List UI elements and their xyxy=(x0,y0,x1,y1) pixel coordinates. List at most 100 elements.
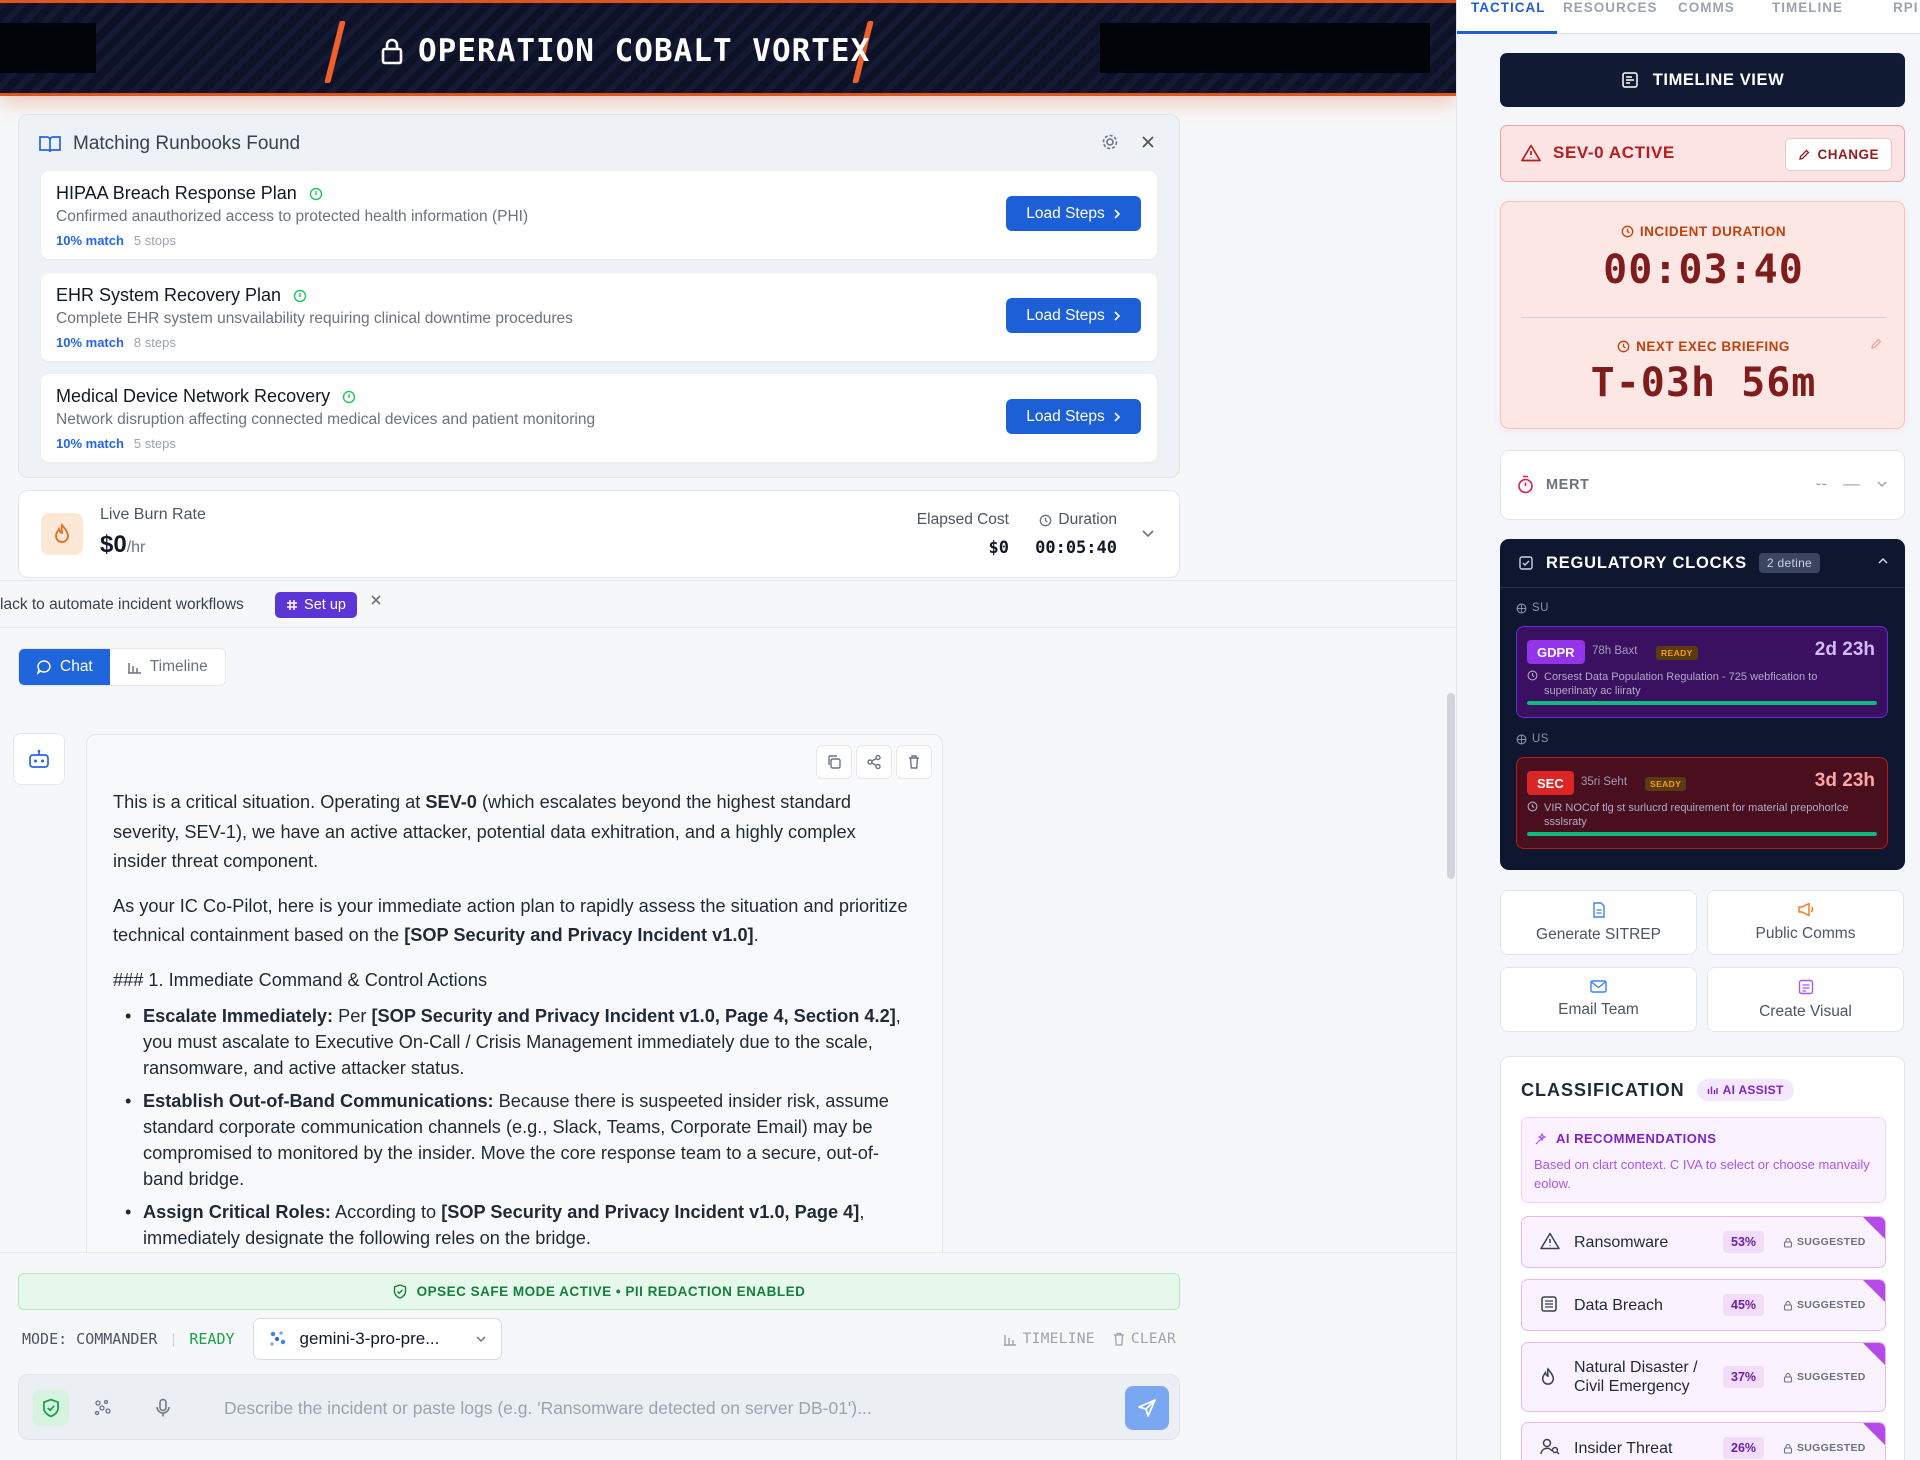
text-run-bold: [SOP Security and Privacy Incident v1.0] xyxy=(404,925,754,945)
chevron-down-icon xyxy=(475,1335,487,1343)
gear-icon[interactable] xyxy=(1101,133,1119,151)
suggestion-ransomware[interactable]: Ransomware 53% SUGGESTED xyxy=(1521,1216,1886,1268)
delete-button[interactable] xyxy=(896,745,932,779)
clock-description: VIR NOCof tlg st surlucrd requirement fo… xyxy=(1544,802,1849,828)
deadline-count-badge: 2 detine xyxy=(1758,553,1821,573)
elapsed-cost-value: $0 xyxy=(988,538,1009,558)
prompt-input[interactable] xyxy=(224,1393,1104,1423)
prompt-input-wrap xyxy=(18,1374,1180,1440)
tab-timeline[interactable]: Timeline xyxy=(110,649,225,685)
sec-clock[interactable]: SEC 35ri Seht SEADY 3d 23h VIR NOCof tlg… xyxy=(1516,757,1888,849)
lock-icon xyxy=(1783,1300,1793,1311)
model-select[interactable]: gemini-3-pro-pre... xyxy=(252,1318,502,1360)
suggestion-natural-disaster[interactable]: Natural Disaster / Civil Emergency 37% S… xyxy=(1521,1342,1886,1412)
text-run: According to xyxy=(331,1202,442,1222)
classification-card: CLASSIFICATION AI ASSIST AI RECOMMENDATI… xyxy=(1500,1056,1905,1460)
microphone-icon xyxy=(155,1398,171,1418)
duration-card: INCIDENT DURATION 00:03:40 NEXT EXEC BRI… xyxy=(1500,201,1905,429)
copy-button[interactable] xyxy=(816,745,852,779)
regulatory-icon xyxy=(1518,555,1534,571)
tab-chat[interactable]: Chat xyxy=(19,649,110,685)
chevron-down-icon xyxy=(1876,480,1888,488)
tab-tactical[interactable]: TACTICAL xyxy=(1471,0,1546,15)
document-icon xyxy=(1592,901,1606,918)
chat-scrollbar[interactable] xyxy=(1447,693,1455,879)
timeline-toggle-label: TIMELINE xyxy=(1022,1331,1095,1347)
change-severity-button[interactable]: CHANGE xyxy=(1785,138,1892,171)
clock-icon xyxy=(1621,225,1634,238)
close-icon[interactable] xyxy=(1141,135,1155,149)
redacted-block-left xyxy=(0,23,96,73)
clock-icon xyxy=(1527,670,1538,698)
clock-icon xyxy=(1617,340,1630,353)
load-steps-button[interactable]: Load Steps xyxy=(1006,196,1141,231)
suggested-tag: SUGGESTED xyxy=(1797,1236,1866,1248)
suggestion-percent: 37% xyxy=(1723,1366,1765,1388)
trash-icon xyxy=(1113,1332,1125,1346)
suggestion-insider-threat[interactable]: Insider Threat 26% SUGGESTED xyxy=(1521,1422,1886,1460)
burn-rate-label: Live Burn Rate xyxy=(100,506,206,523)
text-run: This is a critical situation. Operating … xyxy=(113,792,426,812)
mert-card[interactable]: MERT -- — xyxy=(1500,450,1905,520)
regulatory-clocks: REGULATORY CLOCKS 2 detine SU GDPR 78h B… xyxy=(1500,539,1905,870)
chevron-up-icon[interactable] xyxy=(1877,557,1889,565)
send-button[interactable] xyxy=(1125,1386,1169,1430)
runbook-description: Confirmed anauthorized access to protect… xyxy=(56,208,529,225)
suggestion-data-breach[interactable]: Data Breach 45% SUGGESTED xyxy=(1521,1279,1886,1331)
safe-mode-button[interactable] xyxy=(33,1390,69,1426)
suggested-tag: SUGGESTED xyxy=(1797,1442,1866,1454)
suggestion-percent: 53% xyxy=(1723,1231,1765,1253)
bar-chart-icon xyxy=(127,660,142,674)
load-steps-button[interactable]: Load Steps xyxy=(1006,298,1141,333)
runbook-title: EHR System Recovery Plan xyxy=(56,285,282,305)
runbook-title: HIPAA Breach Response Plan xyxy=(56,183,297,203)
model-name: gemini-3-pro-pre... xyxy=(299,1329,440,1348)
gdpr-clock[interactable]: GDPR 78h Baxt READY 2d 23h Corsest Data … xyxy=(1516,626,1888,718)
burn-rate-value: $0 xyxy=(100,531,127,558)
share-icon xyxy=(866,754,882,770)
change-label: CHANGE xyxy=(1817,147,1879,162)
action-label: Public Comms xyxy=(1755,925,1856,942)
public-comms-button[interactable]: Public Comms xyxy=(1707,890,1904,955)
panel-tabs: TACTICAL RESOURCES COMMS TIMELINE RPI xyxy=(1457,0,1920,34)
runbook-card: EHR System Recovery Plan Complete EHR sy… xyxy=(41,273,1157,361)
duration-label: Duration xyxy=(1058,511,1117,528)
clear-button[interactable]: CLEAR xyxy=(1113,1331,1176,1347)
exec-briefing-label: NEXT EXEC BRIEFING xyxy=(1636,339,1790,354)
opsec-banner: OPSEC SAFE MODE ACTIVE • PII REDACTION E… xyxy=(18,1273,1180,1310)
timeline-view-button[interactable]: TIMELINE VIEW xyxy=(1500,53,1905,107)
dismiss-icon[interactable] xyxy=(370,594,382,606)
assistant-message: This is a critical situation. Operating … xyxy=(86,734,943,1294)
text-run-bold: [SOP Security and Privacy Incident v1.0,… xyxy=(371,1006,896,1026)
chevron-right-icon xyxy=(1113,208,1121,220)
clock-status-badge: READY xyxy=(1656,646,1698,660)
setup-button[interactable]: Set up xyxy=(275,592,357,618)
chevron-down-icon[interactable] xyxy=(1141,529,1155,538)
trash-icon xyxy=(907,754,921,770)
suggestion-corner-marker xyxy=(1863,1423,1885,1445)
list-item: Assign Critical Roles: According to [SOP… xyxy=(113,1199,913,1251)
suggestion-name: Ransomware xyxy=(1574,1234,1669,1251)
timeline-toggle[interactable]: TIMELINE xyxy=(1003,1331,1095,1347)
runbook-card: HIPAA Breach Response Plan Confirmed ana… xyxy=(41,171,1157,259)
lock-icon xyxy=(1783,1237,1793,1248)
tab-timeline[interactable]: TIMELINE xyxy=(1772,0,1843,15)
view-tabs: Chat Timeline xyxy=(18,648,226,686)
create-visual-button[interactable]: Create Visual xyxy=(1707,967,1904,1032)
email-team-button[interactable]: Email Team xyxy=(1500,967,1697,1032)
ai-tools-button[interactable] xyxy=(85,1390,121,1426)
slack-icon xyxy=(286,599,298,611)
tab-resources[interactable]: RESOURCES xyxy=(1563,0,1658,15)
pencil-icon[interactable] xyxy=(1870,338,1882,350)
tab-rpi[interactable]: RPI xyxy=(1893,0,1919,15)
share-button[interactable] xyxy=(856,745,892,779)
stopwatch-icon xyxy=(1517,475,1534,494)
load-steps-button[interactable]: Load Steps xyxy=(1006,399,1141,434)
duration-value: 00:05:40 xyxy=(1035,538,1117,558)
right-panel: TACTICAL RESOURCES COMMS TIMELINE RPI TI… xyxy=(1456,0,1920,1460)
tab-comms[interactable]: COMMS xyxy=(1678,0,1735,15)
separator: | xyxy=(171,1330,176,1348)
generate-sitrep-button[interactable]: Generate SITREP xyxy=(1500,890,1697,955)
microphone-button[interactable] xyxy=(145,1390,181,1426)
clock-icon xyxy=(1039,514,1052,527)
